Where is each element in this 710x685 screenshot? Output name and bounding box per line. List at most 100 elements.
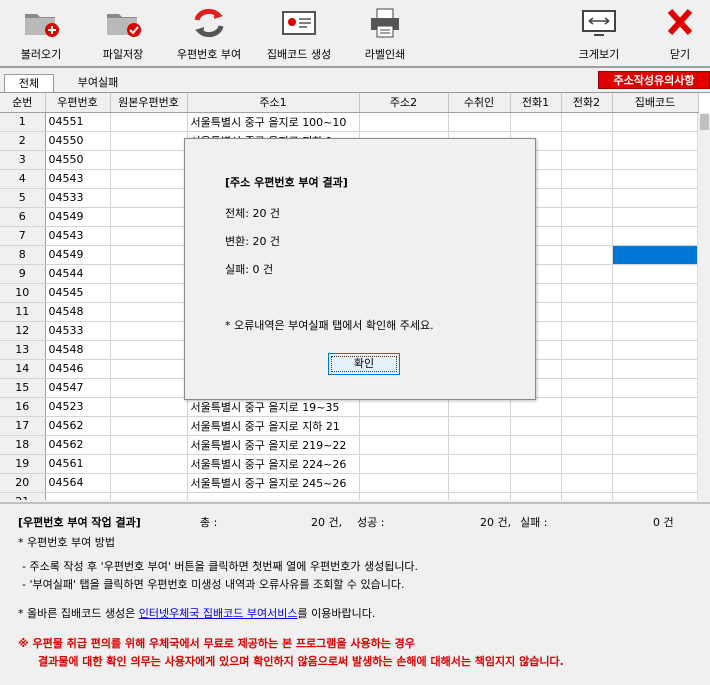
address1-cell[interactable]: 서울특별시 중구 을지로 224~26: [187, 454, 360, 474]
barcode-cell[interactable]: [612, 378, 699, 398]
phone2-cell[interactable]: [561, 112, 613, 132]
phone1-cell[interactable]: [510, 492, 562, 500]
recipient-cell[interactable]: [448, 454, 511, 474]
original-zipcode-cell[interactable]: [110, 283, 188, 303]
barcode-cell[interactable]: [612, 245, 699, 265]
phone2-cell[interactable]: [561, 435, 613, 455]
phone2-cell[interactable]: [561, 150, 613, 170]
zipcode-cell[interactable]: 04548: [45, 340, 111, 360]
original-zipcode-cell[interactable]: [110, 131, 188, 151]
column-header-seq[interactable]: 순번: [0, 93, 46, 113]
row-number-cell[interactable]: 11: [0, 302, 46, 322]
address1-cell[interactable]: 서울특별시 중구 을지로 245~26: [187, 473, 360, 493]
phone2-cell[interactable]: [561, 492, 613, 500]
original-zipcode-cell[interactable]: [110, 188, 188, 208]
original-zipcode-cell[interactable]: [110, 226, 188, 246]
zipcode-cell[interactable]: 04550: [45, 131, 111, 151]
address2-cell[interactable]: [359, 473, 449, 493]
phone2-cell[interactable]: [561, 302, 613, 322]
original-zipcode-cell[interactable]: [110, 245, 188, 265]
zipcode-cell[interactable]: 04543: [45, 226, 111, 246]
row-number-cell[interactable]: 18: [0, 435, 46, 455]
zipcode-cell[interactable]: 04533: [45, 321, 111, 341]
zipcode-cell[interactable]: 04548: [45, 302, 111, 322]
original-zipcode-cell[interactable]: [110, 321, 188, 341]
tab-assign-failed[interactable]: 부여실패: [60, 74, 136, 92]
recipient-cell[interactable]: [448, 416, 511, 436]
row-number-cell[interactable]: 21: [0, 492, 46, 500]
barcode-cell[interactable]: [612, 397, 699, 417]
original-zipcode-cell[interactable]: [110, 454, 188, 474]
barcode-cell[interactable]: [612, 283, 699, 303]
address1-cell[interactable]: 서울특별시 중구 을지로 219~22: [187, 435, 360, 455]
zipcode-cell[interactable]: 04543: [45, 169, 111, 189]
zipcode-cell[interactable]: 04545: [45, 283, 111, 303]
phone2-cell[interactable]: [561, 359, 613, 379]
table-row[interactable]: 21: [0, 492, 699, 500]
phone2-cell[interactable]: [561, 378, 613, 398]
phone1-cell[interactable]: [510, 416, 562, 436]
barcode-cell[interactable]: [612, 302, 699, 322]
row-number-cell[interactable]: 7: [0, 226, 46, 246]
tab-all[interactable]: 전체: [4, 74, 54, 92]
barcode-cell[interactable]: [612, 226, 699, 246]
row-number-cell[interactable]: 17: [0, 416, 46, 436]
address2-cell[interactable]: [359, 112, 449, 132]
recipient-cell[interactable]: [448, 112, 511, 132]
phone1-cell[interactable]: [510, 454, 562, 474]
column-header-zipcode[interactable]: 우편번호: [45, 93, 111, 113]
barcode-cell[interactable]: [612, 207, 699, 227]
table-row[interactable]: 1 04551 서울특별시 중구 을지로 100~10: [0, 112, 699, 132]
row-number-cell[interactable]: 2: [0, 131, 46, 151]
original-zipcode-cell[interactable]: [110, 302, 188, 322]
phone2-cell[interactable]: [561, 283, 613, 303]
phone2-cell[interactable]: [561, 207, 613, 227]
original-zipcode-cell[interactable]: [110, 416, 188, 436]
generate-barcode-button[interactable]: 집배코드 생성: [258, 0, 340, 66]
phone2-cell[interactable]: [561, 321, 613, 341]
phone2-cell[interactable]: [561, 397, 613, 417]
original-zipcode-cell[interactable]: [110, 150, 188, 170]
original-zipcode-cell[interactable]: [110, 492, 188, 500]
address2-cell[interactable]: [359, 492, 449, 500]
phone2-cell[interactable]: [561, 245, 613, 265]
phone2-cell[interactable]: [561, 473, 613, 493]
address2-cell[interactable]: [359, 416, 449, 436]
barcode-cell[interactable]: [612, 492, 699, 500]
zipcode-cell[interactable]: 04533: [45, 188, 111, 208]
barcode-cell[interactable]: [612, 321, 699, 341]
zipcode-cell[interactable]: 04551: [45, 112, 111, 132]
barcode-cell[interactable]: [612, 416, 699, 436]
table-row[interactable]: 19 04561 서울특별시 중구 을지로 224~26: [0, 454, 699, 474]
barcode-cell[interactable]: [612, 112, 699, 132]
phone2-cell[interactable]: [561, 226, 613, 246]
column-header-recipient[interactable]: 수취인: [448, 93, 511, 113]
address1-cell[interactable]: 서울특별시 중구 을지로 지하 21: [187, 416, 360, 436]
phone1-cell[interactable]: [510, 112, 562, 132]
phone2-cell[interactable]: [561, 131, 613, 151]
original-zipcode-cell[interactable]: [110, 435, 188, 455]
address-guidelines-button[interactable]: 주소작성유의사항: [598, 71, 710, 89]
column-header-original-zipcode[interactable]: 원본우편번호: [110, 93, 188, 113]
phone1-cell[interactable]: [510, 473, 562, 493]
barcode-cell[interactable]: [612, 264, 699, 284]
phone2-cell[interactable]: [561, 169, 613, 189]
vertical-scrollbar[interactable]: [697, 113, 710, 500]
original-zipcode-cell[interactable]: [110, 264, 188, 284]
ok-button[interactable]: 확인: [328, 353, 400, 375]
column-header-address2[interactable]: 주소2: [359, 93, 449, 113]
zipcode-cell[interactable]: 04561: [45, 454, 111, 474]
zipcode-cell[interactable]: [45, 492, 111, 500]
address2-cell[interactable]: [359, 454, 449, 474]
row-number-cell[interactable]: 10: [0, 283, 46, 303]
row-number-cell[interactable]: 15: [0, 378, 46, 398]
recipient-cell[interactable]: [448, 435, 511, 455]
column-header-phone2[interactable]: 전화2: [561, 93, 613, 113]
phone2-cell[interactable]: [561, 416, 613, 436]
zipcode-cell[interactable]: 04547: [45, 378, 111, 398]
row-number-cell[interactable]: 1: [0, 112, 46, 132]
barcode-cell[interactable]: [612, 150, 699, 170]
address1-cell[interactable]: 서울특별시 중구 을지로 100~10: [187, 112, 360, 132]
phone2-cell[interactable]: [561, 264, 613, 284]
address1-cell[interactable]: [187, 492, 360, 500]
